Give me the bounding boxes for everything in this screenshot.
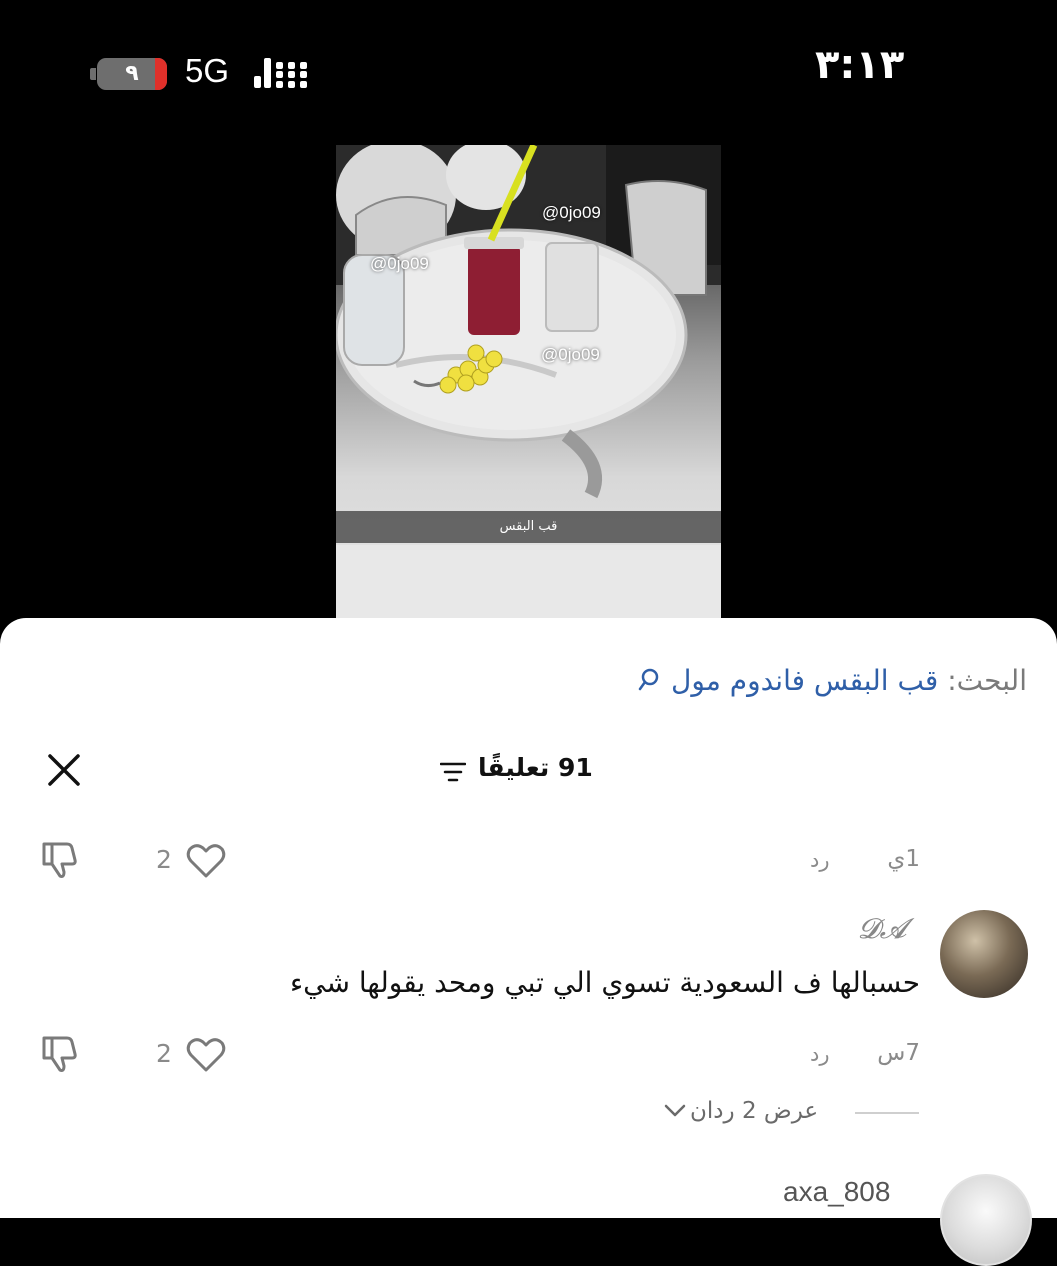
watermark: @0jo09: [541, 345, 600, 364]
search-label: البحث:: [947, 664, 1027, 697]
like-count: 2: [156, 1039, 172, 1068]
signal-icon: [254, 58, 307, 88]
battery-tip: [90, 68, 96, 80]
comment-actions-row: 2 رد 7س: [0, 1034, 1057, 1074]
avatar[interactable]: [940, 910, 1028, 998]
avatar[interactable]: [940, 1174, 1032, 1266]
reply-button[interactable]: رد: [810, 848, 830, 872]
heart-icon[interactable]: [185, 1036, 227, 1074]
chevron-down-icon[interactable]: [664, 1104, 686, 1118]
video-caption: قب البقس: [336, 511, 721, 543]
comment-username[interactable]: axa_808: [783, 1176, 890, 1208]
comments-sheet: البحث: قب البقس فاندوم مول 91 تعليقًا 2 …: [0, 618, 1057, 1266]
filter-icon[interactable]: [440, 761, 466, 783]
comment-actions-row: 2 رد 1ي: [0, 840, 1057, 880]
close-icon[interactable]: [45, 751, 83, 789]
battery-icon: ٩: [97, 58, 167, 90]
reply-button[interactable]: رد: [810, 1042, 830, 1066]
comment-time: 1ي: [887, 846, 920, 872]
video-player[interactable]: @0jo09 @0jo09 @0jo09 قب البقس: [336, 145, 721, 620]
comment-text: حسبالها ف السعودية تسوي الي تبي ومحد يقو…: [289, 966, 920, 999]
comments-count-title: 91 تعليقًا: [478, 753, 593, 782]
video-frame: [336, 145, 721, 620]
dislike-icon[interactable]: [38, 1034, 80, 1074]
search-icon: [638, 668, 659, 691]
comments-header: 91 تعليقًا: [0, 753, 1057, 793]
replies-divider: [855, 1112, 919, 1114]
clock: ٣:١٣: [815, 42, 905, 88]
watermark: @0jo09: [370, 254, 429, 273]
status-bar: ٩ 5G ٣:١٣: [0, 0, 1057, 130]
watermark: @0jo09: [542, 203, 601, 222]
heart-icon[interactable]: [185, 842, 227, 880]
dislike-icon[interactable]: [38, 840, 80, 880]
battery-level: ٩: [125, 61, 139, 86]
view-replies-button[interactable]: عرض 2 ردان: [690, 1098, 818, 1124]
comment-time: 7س: [877, 1040, 920, 1066]
comment-username[interactable]: 𝓓𝓐: [858, 912, 907, 946]
like-count: 2: [156, 845, 172, 874]
search-suggestion[interactable]: البحث: قب البقس فاندوم مول: [638, 664, 1027, 697]
network-type: 5G: [185, 52, 230, 89]
search-query[interactable]: قب البقس فاندوم مول: [671, 664, 938, 697]
